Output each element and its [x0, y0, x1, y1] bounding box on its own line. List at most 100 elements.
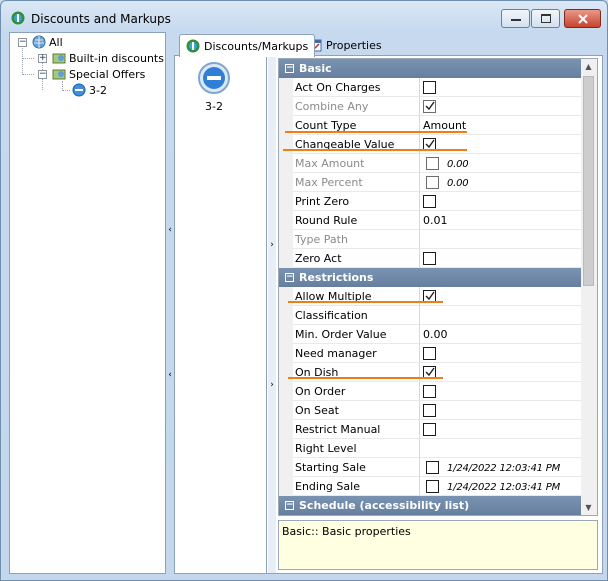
- property-row[interactable]: Need manager: [279, 344, 582, 363]
- property-row[interactable]: Ending Sale 1/24/2022 12:03:41 PM: [279, 477, 582, 496]
- close-button[interactable]: [564, 9, 601, 28]
- category-header[interactable]: − Restrictions: [279, 268, 582, 287]
- row-margin: [279, 211, 293, 230]
- property-value[interactable]: [420, 135, 582, 154]
- property-row[interactable]: Right Level: [279, 439, 582, 458]
- property-name: On Seat: [293, 401, 420, 420]
- minimize-icon: [510, 18, 521, 21]
- category-tree[interactable]: − All + Built-in discounts − Special Off…: [9, 32, 166, 574]
- property-row[interactable]: On Seat: [279, 401, 582, 420]
- property-value[interactable]: 1/24/2022 12:03:41 PM: [420, 458, 582, 477]
- tree-item-label: Built-in discounts: [69, 51, 164, 65]
- property-checkbox[interactable]: [426, 460, 439, 474]
- property-row[interactable]: Allow Multiple: [279, 287, 582, 306]
- scroll-up-icon[interactable]: ▲: [581, 59, 596, 74]
- property-value[interactable]: [420, 363, 582, 382]
- row-margin: [279, 78, 293, 97]
- property-checkbox[interactable]: [423, 403, 436, 417]
- property-value[interactable]: [420, 230, 582, 249]
- property-value[interactable]: [420, 97, 582, 116]
- collapse-icon[interactable]: −: [285, 501, 294, 510]
- property-value[interactable]: [420, 192, 582, 211]
- property-value[interactable]: [420, 287, 582, 306]
- tree-collapse-toggle[interactable]: −: [38, 70, 47, 79]
- property-value[interactable]: [420, 306, 582, 325]
- property-checkbox[interactable]: [423, 80, 436, 94]
- property-value[interactable]: [420, 420, 582, 439]
- tree-collapse-toggle[interactable]: −: [18, 38, 27, 47]
- collapse-right-icon[interactable]: ›: [268, 380, 276, 390]
- property-value[interactable]: 0.00: [420, 154, 582, 173]
- property-value[interactable]: [420, 382, 582, 401]
- property-grid-scrollbar[interactable]: ▲ ▼: [581, 59, 596, 515]
- property-value[interactable]: [420, 344, 582, 363]
- property-checkbox[interactable]: [426, 175, 439, 189]
- property-row[interactable]: Print Zero: [279, 192, 582, 211]
- category-header[interactable]: − Basic: [279, 59, 582, 78]
- property-checkbox[interactable]: [423, 384, 436, 398]
- property-name: Min. Order Value: [293, 325, 420, 344]
- property-row[interactable]: Restrict Manual: [279, 420, 582, 439]
- category-header[interactable]: − Schedule (accessibility list): [279, 496, 582, 515]
- collapse-right-icon[interactable]: ›: [268, 240, 276, 250]
- property-row[interactable]: Max Percent 0.00: [279, 173, 582, 192]
- collapse-left-icon[interactable]: ‹: [166, 370, 174, 380]
- property-row[interactable]: Type Path: [279, 230, 582, 249]
- minus-circle-icon: [72, 83, 86, 97]
- right-splitter[interactable]: › ›: [268, 56, 276, 573]
- tree-item-built-in-discounts[interactable]: Built-in discounts: [52, 50, 164, 66]
- property-checkbox[interactable]: [423, 251, 436, 265]
- tab-discounts-markups[interactable]: Discounts/Markups: [179, 34, 316, 57]
- property-grid[interactable]: − Basic Act On Charges Combine Any Count Typ…: [278, 58, 598, 516]
- property-value[interactable]: [420, 249, 582, 268]
- row-margin: [279, 192, 293, 211]
- property-row[interactable]: Max Amount 0.00: [279, 154, 582, 173]
- property-value[interactable]: 0.00: [420, 325, 582, 344]
- property-checkbox[interactable]: [426, 156, 439, 170]
- collapse-icon[interactable]: −: [285, 64, 294, 73]
- left-splitter[interactable]: ‹ ‹: [166, 32, 174, 574]
- collapse-icon[interactable]: −: [285, 273, 294, 282]
- property-value[interactable]: 0.01: [420, 211, 582, 230]
- property-row[interactable]: Classification: [279, 306, 582, 325]
- property-row[interactable]: Starting Sale 1/24/2022 12:03:41 PM: [279, 458, 582, 477]
- maximize-button[interactable]: [531, 9, 560, 28]
- property-value[interactable]: 1/24/2022 12:03:41 PM: [420, 477, 582, 496]
- property-checkbox[interactable]: [423, 99, 436, 113]
- property-row[interactable]: Min. Order Value 0.00: [279, 325, 582, 344]
- tree-item-3-2[interactable]: 3-2: [72, 82, 107, 98]
- property-name: Changeable Value: [293, 135, 420, 154]
- property-value[interactable]: [420, 401, 582, 420]
- property-checkbox[interactable]: [423, 346, 436, 360]
- property-row[interactable]: Zero Act: [279, 249, 582, 268]
- property-value-text: 0.00: [447, 159, 469, 170]
- property-row[interactable]: Round Rule 0.01: [279, 211, 582, 230]
- offer-tile[interactable]: 3-2: [195, 61, 233, 113]
- property-name: Ending Sale: [293, 477, 420, 496]
- highlight-allow-multiple: [288, 301, 443, 303]
- property-name: Round Rule: [293, 211, 420, 230]
- property-checkbox[interactable]: [426, 479, 439, 493]
- row-margin: [279, 420, 293, 439]
- property-checkbox[interactable]: [423, 194, 436, 208]
- property-value[interactable]: [420, 78, 582, 97]
- scroll-thumb[interactable]: [583, 76, 594, 286]
- property-row[interactable]: On Dish: [279, 363, 582, 382]
- offer-list[interactable]: 3-2: [175, 56, 267, 573]
- property-checkbox[interactable]: [423, 422, 436, 436]
- property-value[interactable]: [420, 439, 582, 458]
- property-row[interactable]: Combine Any: [279, 97, 582, 116]
- collapse-left-icon[interactable]: ‹: [166, 225, 174, 235]
- tree-item-all[interactable]: All: [32, 34, 63, 50]
- row-margin: [279, 287, 293, 306]
- scroll-down-icon[interactable]: ▼: [581, 500, 596, 515]
- property-value[interactable]: 0.00: [420, 173, 582, 192]
- tree-item-special-offers[interactable]: Special Offers: [52, 66, 145, 82]
- property-row[interactable]: Changeable Value: [279, 135, 582, 154]
- tab-strip: Discounts/Markups Properties: [175, 32, 607, 57]
- property-row[interactable]: Act On Charges: [279, 78, 582, 97]
- row-margin: [279, 135, 293, 154]
- minimize-button[interactable]: [501, 9, 530, 28]
- tree-expand-toggle[interactable]: +: [38, 54, 47, 63]
- property-row[interactable]: On Order: [279, 382, 582, 401]
